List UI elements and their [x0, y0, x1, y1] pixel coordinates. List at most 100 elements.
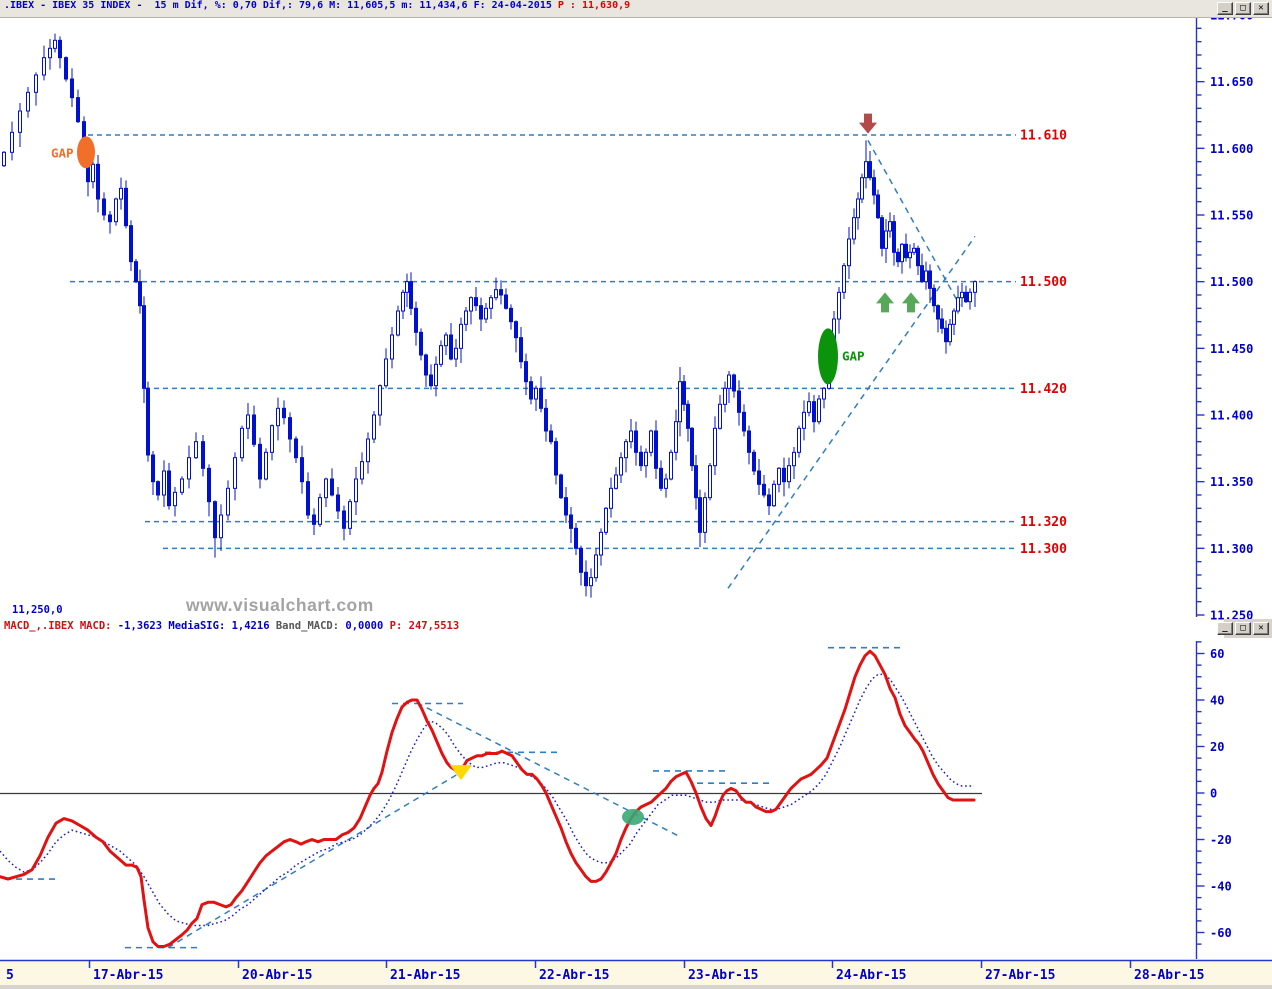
- candle-body: [419, 331, 423, 356]
- candle-body: [732, 374, 736, 392]
- date-label: 23-Abr-15: [688, 968, 758, 983]
- candle-body: [880, 217, 884, 249]
- candle-body: [213, 501, 217, 539]
- candle-body: [424, 354, 428, 376]
- candle-body: [872, 177, 876, 196]
- candle-body: [973, 281, 977, 293]
- candle-body: [654, 430, 658, 469]
- price-axis-label: 11.600: [1210, 142, 1253, 156]
- candle-body: [842, 265, 846, 293]
- candle-body: [91, 163, 95, 183]
- candle-body: [414, 307, 418, 333]
- watermark: www.visualchart.com: [185, 595, 374, 615]
- candle-body: [96, 163, 100, 200]
- candle-body: [896, 251, 900, 263]
- candle-body: [940, 318, 944, 329]
- gap-ellipse: [818, 328, 838, 385]
- candle-body: [474, 297, 478, 307]
- price-axis-label: 11.450: [1210, 342, 1253, 356]
- candle-body: [690, 427, 694, 467]
- macd-axis-label: 20: [1210, 740, 1224, 754]
- chart-title: .IBEX - IBEX 35 INDEX - 15 m Dif, %: 0,7…: [4, 0, 630, 17]
- candle-body: [108, 214, 112, 223]
- candle-body: [619, 457, 623, 476]
- candle-body: [282, 407, 286, 419]
- date-label: 22-Abr-15: [539, 968, 609, 983]
- title-segment: Band_MACD:: [275, 620, 346, 632]
- candle-body: [698, 497, 702, 533]
- main-window-controls: _ □ ✕: [1217, 2, 1269, 15]
- candle-body: [173, 491, 177, 507]
- macd-axis-label: -60: [1210, 926, 1232, 940]
- minimize-icon[interactable]: _: [1217, 2, 1233, 15]
- candle-body: [708, 465, 712, 499]
- candle-body: [718, 403, 722, 429]
- candle-body: [449, 334, 453, 360]
- maximize-icon[interactable]: □: [1235, 622, 1251, 635]
- candle-body: [42, 57, 46, 76]
- candle-body: [864, 161, 868, 179]
- level-label: 11.610: [1020, 129, 1067, 144]
- candle-body: [226, 487, 230, 516]
- candle-body: [354, 478, 358, 503]
- candle-body: [146, 387, 150, 456]
- minimize-icon[interactable]: _: [1217, 622, 1233, 635]
- candle-body: [405, 281, 409, 293]
- scale-min-label: 11,250,0: [12, 604, 63, 616]
- candle-body: [948, 323, 952, 343]
- candle-body: [579, 547, 583, 573]
- candle-body: [156, 481, 160, 496]
- price-axis-label: 11.500: [1210, 275, 1253, 289]
- candle-body: [807, 401, 811, 413]
- macd-axis-label: 60: [1210, 647, 1224, 661]
- candle-body: [519, 337, 523, 363]
- candle-body: [469, 297, 473, 312]
- candle-body: [246, 414, 250, 429]
- candle-body: [534, 387, 538, 400]
- candle-body: [26, 91, 30, 112]
- candle-body: [434, 363, 438, 387]
- candle-body: [554, 441, 558, 476]
- candle-body: [787, 465, 791, 483]
- candle-body: [336, 494, 340, 512]
- candle-body: [324, 478, 328, 499]
- candle-body: [114, 198, 118, 223]
- candle-body: [644, 451, 648, 467]
- close-icon[interactable]: ✕: [1253, 622, 1269, 635]
- candle-body: [924, 270, 928, 283]
- candle-body: [312, 514, 316, 525]
- candle-body: [594, 554, 598, 579]
- macd-window-controls: _ □ ✕: [1217, 622, 1269, 635]
- candle-body: [900, 243, 904, 263]
- maximize-icon[interactable]: □: [1235, 2, 1251, 15]
- candle-body: [180, 478, 184, 493]
- level-label: 11.300: [1020, 542, 1067, 557]
- candle-body: [384, 358, 388, 387]
- candle-body: [479, 305, 483, 320]
- candle-body: [936, 305, 940, 320]
- candle-body: [944, 327, 948, 343]
- title-segment: -1,3623: [117, 620, 169, 632]
- candle-body: [34, 74, 38, 93]
- candle-body: [514, 321, 518, 339]
- title-segment: P: 247,5513: [389, 620, 460, 632]
- candle-body: [276, 407, 280, 427]
- candle-body: [53, 39, 57, 49]
- candle-body: [772, 483, 776, 507]
- close-icon[interactable]: ✕: [1253, 2, 1269, 15]
- bottom-chrome-strip: [0, 985, 1272, 989]
- candle-body: [401, 291, 405, 312]
- candle-body: [884, 230, 888, 249]
- candle-body: [342, 510, 346, 529]
- candle-body: [682, 381, 686, 405]
- cross-marker-ellipse: [622, 808, 644, 825]
- candle-body: [409, 281, 413, 309]
- candle-body: [102, 198, 106, 216]
- candle-body: [539, 387, 543, 409]
- date-label: 21-Abr-15: [390, 968, 460, 983]
- candle-body: [964, 291, 968, 303]
- candle-body: [134, 261, 138, 283]
- candle-body: [2, 151, 6, 167]
- candle-body: [494, 289, 498, 299]
- candle-body: [604, 507, 608, 533]
